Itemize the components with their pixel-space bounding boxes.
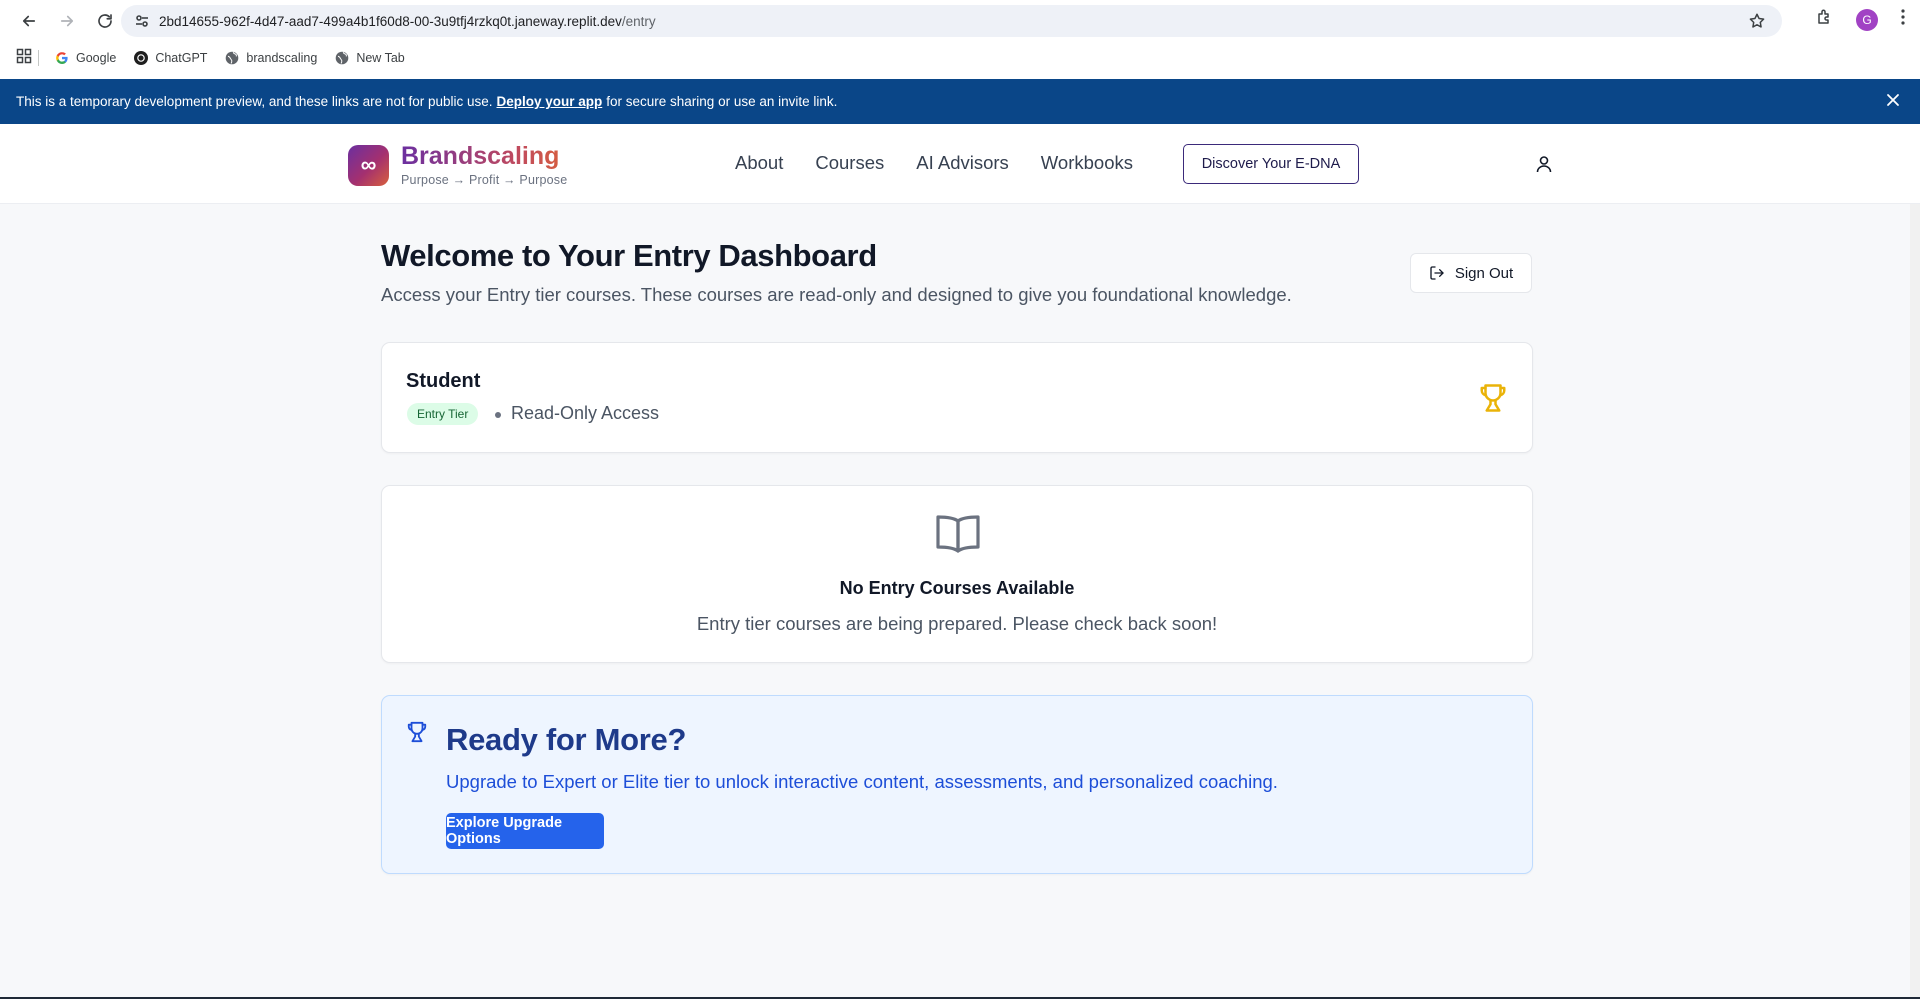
bookmarks-bar: Google ChatGPT brandscaling New Tab [16, 48, 423, 68]
brand-tagline: Purpose → Profit → Purpose [401, 173, 568, 187]
bookmark-new-tab[interactable]: New Tab [335, 51, 405, 65]
nav-ai-advisors[interactable]: AI Advisors [916, 150, 1009, 176]
bullet-dot [495, 412, 501, 418]
empty-state-title: No Entry Courses Available [839, 578, 1075, 598]
close-icon[interactable] [1886, 93, 1900, 110]
back-button[interactable] [10, 8, 48, 34]
upgrade-title: Ready for More? [446, 722, 687, 757]
site-header: ∞ Brandscaling Purpose → Profit → Purpos… [0, 124, 1920, 204]
reload-button[interactable] [86, 8, 124, 34]
globe-icon [225, 51, 239, 65]
upgrade-card: Ready for More? Upgrade to Expert or Eli… [381, 695, 1533, 874]
student-card: Student Entry Tier Read-Only Access [381, 342, 1533, 453]
sign-out-label: Sign Out [1454, 264, 1514, 282]
page-subtitle: Access your Entry tier courses. These co… [381, 284, 1292, 305]
banner-text-after: for secure sharing or use an invite link… [606, 94, 838, 109]
trophy-icon [406, 720, 428, 749]
log-out-icon [1430, 266, 1444, 280]
book-open-icon [935, 513, 981, 560]
forward-button[interactable] [48, 8, 86, 34]
kebab-menu-icon[interactable] [1900, 8, 1906, 31]
bookmark-label: Google [76, 51, 117, 65]
reload-icon [98, 14, 112, 28]
globe-icon [335, 51, 349, 65]
bookmark-separator [38, 50, 39, 66]
apps-grid-icon[interactable] [16, 48, 32, 69]
page-scrollbar[interactable] [1910, 204, 1920, 997]
bookmark-label: ChatGPT [155, 51, 208, 65]
main-nav: About Courses AI Advisors Workbooks [735, 150, 1165, 176]
bookmark-google[interactable]: Google [55, 51, 116, 65]
arrow-right-icon [60, 15, 74, 27]
brand-name: Brandscaling [401, 143, 567, 169]
extensions-icon[interactable] [1816, 8, 1834, 31]
arrow-left-icon [22, 15, 36, 27]
access-level: Read-Only Access [511, 403, 660, 423]
profile-avatar[interactable]: G [1856, 8, 1878, 31]
infinity-logo-icon: ∞ [348, 144, 389, 186]
explore-upgrade-button[interactable]: Explore Upgrade Options [446, 813, 604, 849]
bookmark-label: brandscaling [246, 51, 318, 65]
deploy-app-link[interactable]: Deploy your app [497, 94, 603, 109]
nav-about[interactable]: About [735, 150, 783, 176]
chatgpt-icon [134, 51, 149, 65]
upgrade-message: Upgrade to Expert or Elite tier to unloc… [446, 771, 1278, 792]
trophy-icon [1478, 381, 1508, 420]
brand-logo[interactable]: ∞ Brandscaling Purpose → Profit → Purpos… [348, 143, 567, 187]
page-title: Welcome to Your Entry Dashboard [381, 238, 877, 273]
banner-text: This is a temporary development preview,… [16, 94, 493, 109]
student-name: Student [406, 370, 481, 392]
google-icon [55, 51, 69, 65]
browser-chrome: 2bd14655-962f-4d47-aad7-499a4b1f60d8-00-… [0, 0, 1920, 79]
discover-edna-button[interactable]: Discover Your E-DNA [1183, 144, 1359, 184]
nav-workbooks[interactable]: Workbooks [1041, 150, 1133, 176]
sign-out-button[interactable]: Sign Out [1410, 253, 1532, 293]
empty-state-message: Entry tier courses are being prepared. P… [696, 613, 1218, 634]
nav-courses[interactable]: Courses [815, 150, 884, 176]
tier-badge: Entry Tier [407, 403, 479, 425]
site-info-icon[interactable] [125, 13, 159, 29]
address-bar[interactable]: 2bd14655-962f-4d47-aad7-499a4b1f60d8-00-… [121, 5, 1782, 37]
empty-courses-card: No Entry Courses Available Entry tier co… [381, 485, 1533, 663]
bookmark-chatgpt[interactable]: ChatGPT [134, 51, 207, 65]
user-icon[interactable] [1536, 155, 1552, 178]
bookmark-star-icon[interactable] [1748, 12, 1766, 35]
url-text: 2bd14655-962f-4d47-aad7-499a4b1f60d8-00-… [159, 13, 656, 29]
bookmark-label: New Tab [356, 51, 405, 65]
bookmark-brandscaling[interactable]: brandscaling [225, 51, 317, 65]
dev-preview-banner: This is a temporary development preview,… [0, 79, 1920, 124]
